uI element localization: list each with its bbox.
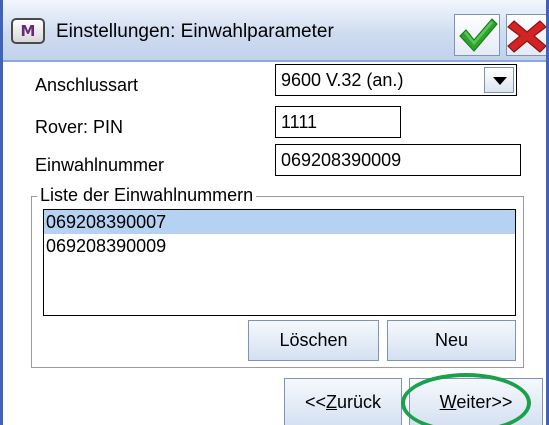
back-button-accelerator: Z	[326, 392, 337, 412]
connection-type-value: 9600 V.32 (an.)	[281, 70, 404, 90]
dial-list-title: Liste der Einwahlnummern	[37, 185, 257, 206]
next-button[interactable]: Weiter>>	[409, 378, 543, 425]
chevron-down-icon	[493, 77, 507, 85]
connection-type-select[interactable]: 9600 V.32 (an.)	[275, 64, 517, 96]
dial-number-input[interactable]: 069208390009	[275, 144, 521, 176]
back-button-prefix: <<	[304, 392, 326, 412]
list-item[interactable]: 069208390009	[44, 234, 515, 258]
connection-type-label: Anschlussart	[35, 75, 139, 95]
next-button-accelerator: W	[439, 392, 457, 412]
new-button[interactable]: Neu	[387, 320, 516, 361]
ok-button[interactable]	[454, 14, 500, 56]
app-menu-icon[interactable]: M	[11, 18, 45, 44]
dropdown-button[interactable]	[484, 67, 514, 93]
rover-pin-input[interactable]: 1111	[275, 106, 401, 138]
back-button[interactable]: <<Zurück	[284, 378, 402, 425]
dial-number-label: Einwahlnummer	[35, 155, 165, 175]
checkmark-icon	[459, 18, 498, 52]
title-bar: M Einstellungen: Einwahlparameter	[3, 0, 546, 62]
rover-pin-label: Rover: PIN	[35, 117, 124, 137]
back-button-label: urück	[337, 392, 382, 412]
list-item[interactable]: 069208390007	[44, 210, 515, 234]
next-button-label: eiter>>	[456, 392, 513, 412]
close-icon	[507, 20, 546, 53]
delete-button[interactable]: Löschen	[248, 320, 379, 361]
settings-window: M Einstellungen: Einwahlparameter Anschl…	[0, 0, 549, 425]
cancel-button[interactable]	[506, 14, 546, 56]
window-title: Einstellungen: Einwahlparameter	[56, 21, 334, 42]
dial-number-list[interactable]: 069208390007 069208390009	[43, 209, 516, 316]
